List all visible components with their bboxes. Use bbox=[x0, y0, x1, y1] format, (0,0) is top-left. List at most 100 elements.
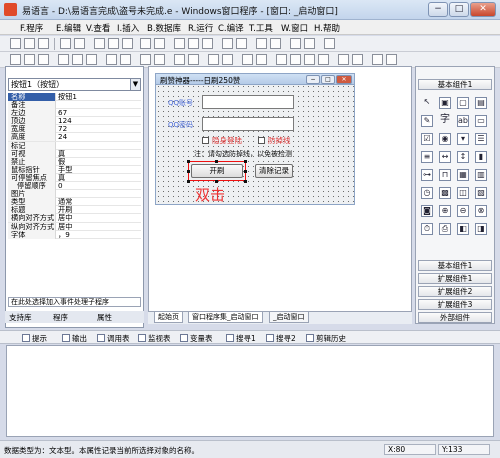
hscroll-icon[interactable]: ↔ bbox=[439, 151, 451, 163]
grid-icon[interactable] bbox=[290, 38, 301, 49]
property-row[interactable]: 高度 24 bbox=[8, 133, 141, 142]
clock-icon[interactable]: ⏱ bbox=[421, 223, 433, 235]
breakpoint-icon[interactable] bbox=[338, 54, 349, 65]
property-row[interactable]: 图片 bbox=[8, 190, 141, 199]
client-icon[interactable]: ⊖ bbox=[457, 205, 469, 217]
radio-icon[interactable]: ◉ bbox=[439, 133, 451, 145]
tab-properties[interactable]: 属性 bbox=[97, 312, 112, 323]
property-row[interactable]: 可停留焦点真 bbox=[8, 173, 141, 183]
group-box-icon[interactable]: ✎ bbox=[421, 115, 433, 127]
property-row[interactable]: 宽度 72 bbox=[8, 125, 141, 134]
new-icon[interactable] bbox=[10, 38, 21, 49]
property-row[interactable]: 字体 ，9 bbox=[8, 230, 141, 239]
property-row[interactable]: 标记 bbox=[8, 141, 141, 150]
property-row[interactable]: 可视真 bbox=[8, 149, 141, 158]
tab-clip-history[interactable]: 剪辑历史 bbox=[306, 333, 346, 344]
open-file-icon[interactable] bbox=[24, 54, 35, 65]
drawing-board-icon[interactable]: ▤ bbox=[475, 97, 487, 109]
property-row[interactable]: 鼠标指针 手型 bbox=[8, 165, 141, 174]
group-basic-1[interactable]: 基本组件1 bbox=[418, 260, 492, 271]
property-row[interactable]: 名称 按钮1 bbox=[8, 93, 141, 102]
extension-icon[interactable]: ◨ bbox=[475, 223, 487, 235]
slider-icon[interactable]: ⊶ bbox=[421, 169, 433, 181]
checkbox-icon[interactable]: ☑ bbox=[421, 133, 433, 145]
run-to-icon[interactable] bbox=[318, 54, 329, 65]
resize-handle[interactable] bbox=[244, 180, 247, 183]
tab-watch-table[interactable]: 监视表 bbox=[138, 333, 171, 344]
button-icon[interactable]: ▭ bbox=[475, 115, 487, 127]
resize-handle[interactable] bbox=[215, 160, 218, 163]
copy-icon-2[interactable] bbox=[72, 54, 83, 65]
qq-password-edit[interactable] bbox=[202, 117, 294, 131]
animation-box-icon[interactable]: ▦ bbox=[457, 169, 469, 181]
table-icon[interactable]: ▩ bbox=[439, 187, 451, 199]
indent-icon[interactable] bbox=[174, 54, 185, 65]
resize-handle[interactable] bbox=[244, 170, 247, 173]
edit-box-icon[interactable]: ab bbox=[457, 115, 469, 127]
menu-insert[interactable]: I.插入 bbox=[117, 22, 139, 34]
paste-icon[interactable] bbox=[86, 54, 97, 65]
tab-order-icon[interactable] bbox=[304, 38, 315, 49]
replace-icon[interactable] bbox=[154, 54, 165, 65]
compile-icon[interactable] bbox=[372, 54, 383, 65]
save-icon[interactable] bbox=[38, 38, 49, 49]
window-icon[interactable] bbox=[324, 38, 335, 49]
align-top-icon[interactable] bbox=[122, 38, 133, 49]
chevron-down-icon[interactable]: ▼ bbox=[130, 79, 140, 90]
tab-output[interactable]: 输出 bbox=[62, 333, 87, 344]
tab-search-2[interactable]: 搜寻2 bbox=[266, 333, 296, 344]
menu-tools[interactable]: T.工具 bbox=[249, 22, 273, 34]
cut-icon[interactable] bbox=[60, 38, 71, 49]
same-height-icon[interactable] bbox=[188, 38, 199, 49]
property-value[interactable]: ，9 bbox=[58, 231, 139, 239]
property-row[interactable]: 纵向对齐方式 居中 bbox=[8, 222, 141, 231]
tab-support-library[interactable]: 支持库 bbox=[9, 312, 32, 323]
maximize-button[interactable]: □ bbox=[449, 2, 469, 17]
tab-call-table[interactable]: 调用表 bbox=[97, 333, 130, 344]
lock-icon[interactable] bbox=[270, 38, 281, 49]
output-area[interactable] bbox=[6, 345, 494, 437]
property-value[interactable]: 居中 bbox=[58, 223, 139, 231]
property-row[interactable]: 禁止假 bbox=[8, 157, 141, 166]
property-value[interactable]: 72 bbox=[58, 125, 139, 133]
resize-handle[interactable] bbox=[187, 170, 190, 173]
dialog-icon[interactable]: ◧ bbox=[457, 223, 469, 235]
same-width-icon[interactable] bbox=[174, 38, 185, 49]
anti-disconnect-checkbox[interactable] bbox=[258, 137, 265, 144]
picture-box-icon[interactable]: ▣ bbox=[439, 97, 451, 109]
database-icon[interactable]: ◙ bbox=[421, 205, 433, 217]
server-icon[interactable]: ⊗ bbox=[475, 205, 487, 217]
tab-startup-window[interactable]: _启动窗口 bbox=[269, 312, 309, 323]
resize-handle[interactable] bbox=[187, 180, 190, 183]
tab-variable-table[interactable]: 变量表 bbox=[180, 333, 213, 344]
socket-icon[interactable]: ⊕ bbox=[439, 205, 451, 217]
tab-program[interactable]: 程序 bbox=[53, 312, 68, 323]
undo-icon[interactable] bbox=[106, 54, 117, 65]
save-file-icon[interactable] bbox=[38, 54, 49, 65]
list-box-icon[interactable]: ☰ bbox=[475, 133, 487, 145]
resize-handle[interactable] bbox=[187, 160, 190, 163]
shape-box-icon[interactable]: ▢ bbox=[457, 97, 469, 109]
property-value[interactable]: 24 bbox=[58, 133, 139, 141]
outdent-icon[interactable] bbox=[188, 54, 199, 65]
print-icon[interactable]: ⎙ bbox=[439, 223, 451, 235]
combo-box-icon[interactable]: ▾ bbox=[457, 133, 469, 145]
property-value[interactable]: 0 bbox=[58, 182, 139, 190]
property-value[interactable]: 按钮1 bbox=[58, 93, 139, 101]
provider-icon[interactable]: ▧ bbox=[475, 187, 487, 199]
property-row[interactable]: 类型 通常 bbox=[8, 198, 141, 207]
publish-icon[interactable] bbox=[386, 54, 397, 65]
property-row[interactable]: 横向对齐方式 居中 bbox=[8, 214, 141, 223]
play-icon[interactable] bbox=[242, 54, 253, 65]
menu-compile[interactable]: C.编译 bbox=[218, 22, 244, 34]
tab-search-1[interactable]: 搜寻1 bbox=[226, 333, 256, 344]
property-value[interactable]: 124 bbox=[58, 117, 139, 125]
copy-icon[interactable] bbox=[74, 38, 85, 49]
menu-help[interactable]: H.帮助 bbox=[314, 22, 340, 34]
resize-handle[interactable] bbox=[215, 180, 218, 183]
step-into-icon[interactable] bbox=[276, 54, 287, 65]
watch-icon[interactable] bbox=[352, 54, 363, 65]
form-window[interactable] bbox=[155, 73, 355, 205]
layer-icon[interactable] bbox=[256, 38, 267, 49]
redo-icon[interactable] bbox=[120, 54, 131, 65]
